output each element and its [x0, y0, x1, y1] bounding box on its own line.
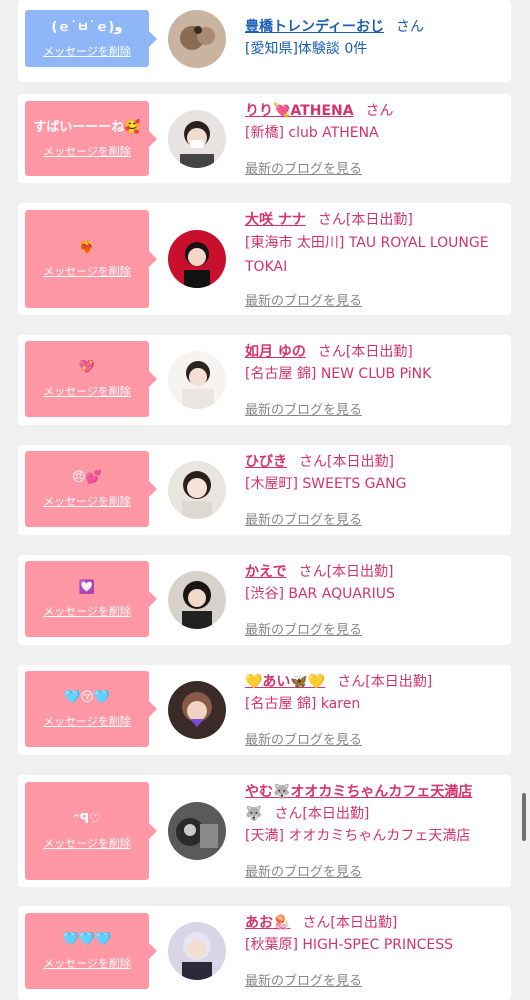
blog-link[interactable]: 最新のブログを見る [245, 729, 362, 748]
shop-info: [東海市 太田川] TAU ROYAL LOUNGE TOKAI [245, 235, 489, 275]
user-name-link[interactable]: 大咲 ナナ [245, 212, 306, 228]
list-item: すばいーーーね🥰 メッセージを削除 りり💘ATHENA さん [新橋] club … [18, 94, 511, 183]
user-name-link[interactable]: 💛あい🦋💛 [245, 674, 325, 690]
delete-message-link[interactable]: メッセージを削除 [43, 835, 131, 851]
blog-link[interactable]: 最新のブログを見る [245, 399, 362, 418]
san-suffix: さん[本日出勤] [317, 344, 413, 360]
shop-info: [名古屋 錦] NEW CLUB PiNK [245, 366, 432, 382]
list-item: ᵔꟼ♡ メッセージを削除 やむ🐺オオカミちゃんカフェ天満店 🐺 さん[本日出勤] … [18, 775, 511, 887]
list-item: 💖 メッセージを削除 如月 ゆの さん[本日出勤] [名古屋 錦] NEW CLU… [18, 335, 511, 425]
message-text: 💟 [78, 580, 96, 595]
message-text: (ｅ˙ㅂ˙ｅ)و [51, 19, 123, 35]
san-suffix: さん [396, 19, 425, 35]
delete-message-link[interactable]: メッセージを削除 [43, 383, 131, 399]
user-name-link[interactable]: 豊橋トレンディーおじ [245, 19, 384, 35]
avatar[interactable] [168, 351, 226, 409]
user-name-link[interactable]: ひびき [245, 454, 287, 470]
message-bubble: 🩵🩵🩵 メッセージを削除 [25, 913, 157, 989]
shop-info: [新橋] club ATHENA [245, 125, 379, 141]
message-bubble: ᵔꟼ♡ メッセージを削除 [25, 782, 157, 880]
message-text: ❤️‍🔥 [78, 240, 96, 255]
wolf-emoji: 🐺 [245, 806, 263, 822]
blog-link[interactable]: 最新のブログを見る [245, 861, 362, 880]
shop-info: [秋葉原] HIGH-SPEC PRINCESS [245, 937, 454, 953]
san-suffix: さん[本日出勤] [337, 674, 433, 690]
avatar[interactable] [168, 571, 226, 629]
list-item: 🩵😚🩵 メッセージを削除 💛あい🦋💛 さん[本日出勤] [名古屋 錦] karen… [18, 665, 511, 755]
user-name-link[interactable]: やむ🐺オオカミちゃんカフェ天満店 [245, 784, 472, 800]
shop-info: [天満] オオカミちゃんカフェ天満店 [245, 828, 471, 844]
avatar[interactable] [168, 802, 226, 860]
delete-message-link[interactable]: メッセージを削除 [43, 955, 131, 971]
san-suffix: さん[本日出勤] [298, 564, 394, 580]
delete-message-link[interactable]: メッセージを削除 [43, 603, 131, 619]
shop-info: [渋谷] BAR AQUARIUS [245, 586, 395, 602]
message-bubble: 😠💕 メッセージを削除 [25, 451, 157, 527]
avatar[interactable] [168, 10, 226, 68]
blog-link[interactable]: 最新のブログを見る [245, 158, 362, 177]
blog-link[interactable]: 最新のブログを見る [245, 970, 362, 989]
message-text: 💖 [78, 360, 96, 375]
list-item: (ｅ˙ㅂ˙ｅ)و メッセージを削除 豊橋トレンディーおじ さん [愛知県]体験談 … [18, 0, 511, 82]
delete-message-link[interactable]: メッセージを削除 [43, 713, 131, 729]
shop-info: [名古屋 錦] karen [245, 696, 361, 712]
san-suffix: さん [365, 103, 394, 119]
message-text: 🩵😚🩵 [64, 690, 110, 705]
blog-link[interactable]: 最新のブログを見る [245, 509, 362, 528]
list-item: 😠💕 メッセージを削除 ひびき さん[本日出勤] [木屋町] SWEETS GAN… [18, 445, 511, 535]
scrollbar[interactable] [522, 793, 526, 841]
list-item: 💟 メッセージを削除 かえで さん[本日出勤] [渋谷] BAR AQUARIUS… [18, 555, 511, 645]
avatar[interactable] [168, 110, 226, 168]
avatar[interactable] [168, 230, 226, 288]
avatar[interactable] [168, 922, 226, 980]
san-suffix: さん[本日出勤] [274, 806, 370, 822]
message-text: 🩵🩵🩵 [62, 932, 112, 947]
shop-info: [愛知県]体験談 0件 [245, 41, 368, 57]
user-name-link[interactable]: かえで [245, 564, 287, 580]
avatar[interactable] [168, 681, 226, 739]
list-item: 🩵🩵🩵 メッセージを削除 あお🪼 さん[本日出勤] [秋葉原] HIGH-SPEC… [18, 906, 511, 1000]
blog-link[interactable]: 最新のブログを見る [245, 290, 362, 309]
delete-message-link[interactable]: メッセージを削除 [43, 493, 131, 509]
san-suffix: さん[本日出勤] [317, 212, 413, 228]
message-bubble: すばいーーーね🥰 メッセージを削除 [25, 101, 157, 176]
message-bubble: 🩵😚🩵 メッセージを削除 [25, 671, 157, 747]
user-name-link[interactable]: 如月 ゆの [245, 344, 306, 360]
message-text: すばいーーーね🥰 [33, 119, 141, 135]
san-suffix: さん[本日出勤] [299, 454, 394, 470]
delete-message-link[interactable]: メッセージを削除 [43, 143, 131, 159]
blog-link[interactable]: 最新のブログを見る [245, 619, 362, 638]
message-bubble: 💟 メッセージを削除 [25, 561, 157, 637]
message-text: 😠💕 [72, 470, 102, 485]
delete-message-link[interactable]: メッセージを削除 [43, 43, 131, 59]
user-name-link[interactable]: あお🪼 [245, 915, 290, 931]
user-name-link[interactable]: りり💘ATHENA [245, 103, 354, 119]
message-text: ᵔꟼ♡ [73, 812, 101, 827]
avatar[interactable] [168, 461, 226, 519]
message-bubble: 💖 メッセージを削除 [25, 341, 157, 417]
list-item: ❤️‍🔥 メッセージを削除 大咲 ナナ さん[本日出勤] [東海市 太田川] TA… [18, 203, 511, 315]
message-bubble: ❤️‍🔥 メッセージを削除 [25, 210, 157, 308]
san-suffix: さん[本日出勤] [302, 915, 398, 931]
message-bubble: (ｅ˙ㅂ˙ｅ)و メッセージを削除 [25, 10, 157, 67]
delete-message-link[interactable]: メッセージを削除 [43, 263, 131, 279]
shop-info: [木屋町] SWEETS GANG [245, 476, 407, 492]
